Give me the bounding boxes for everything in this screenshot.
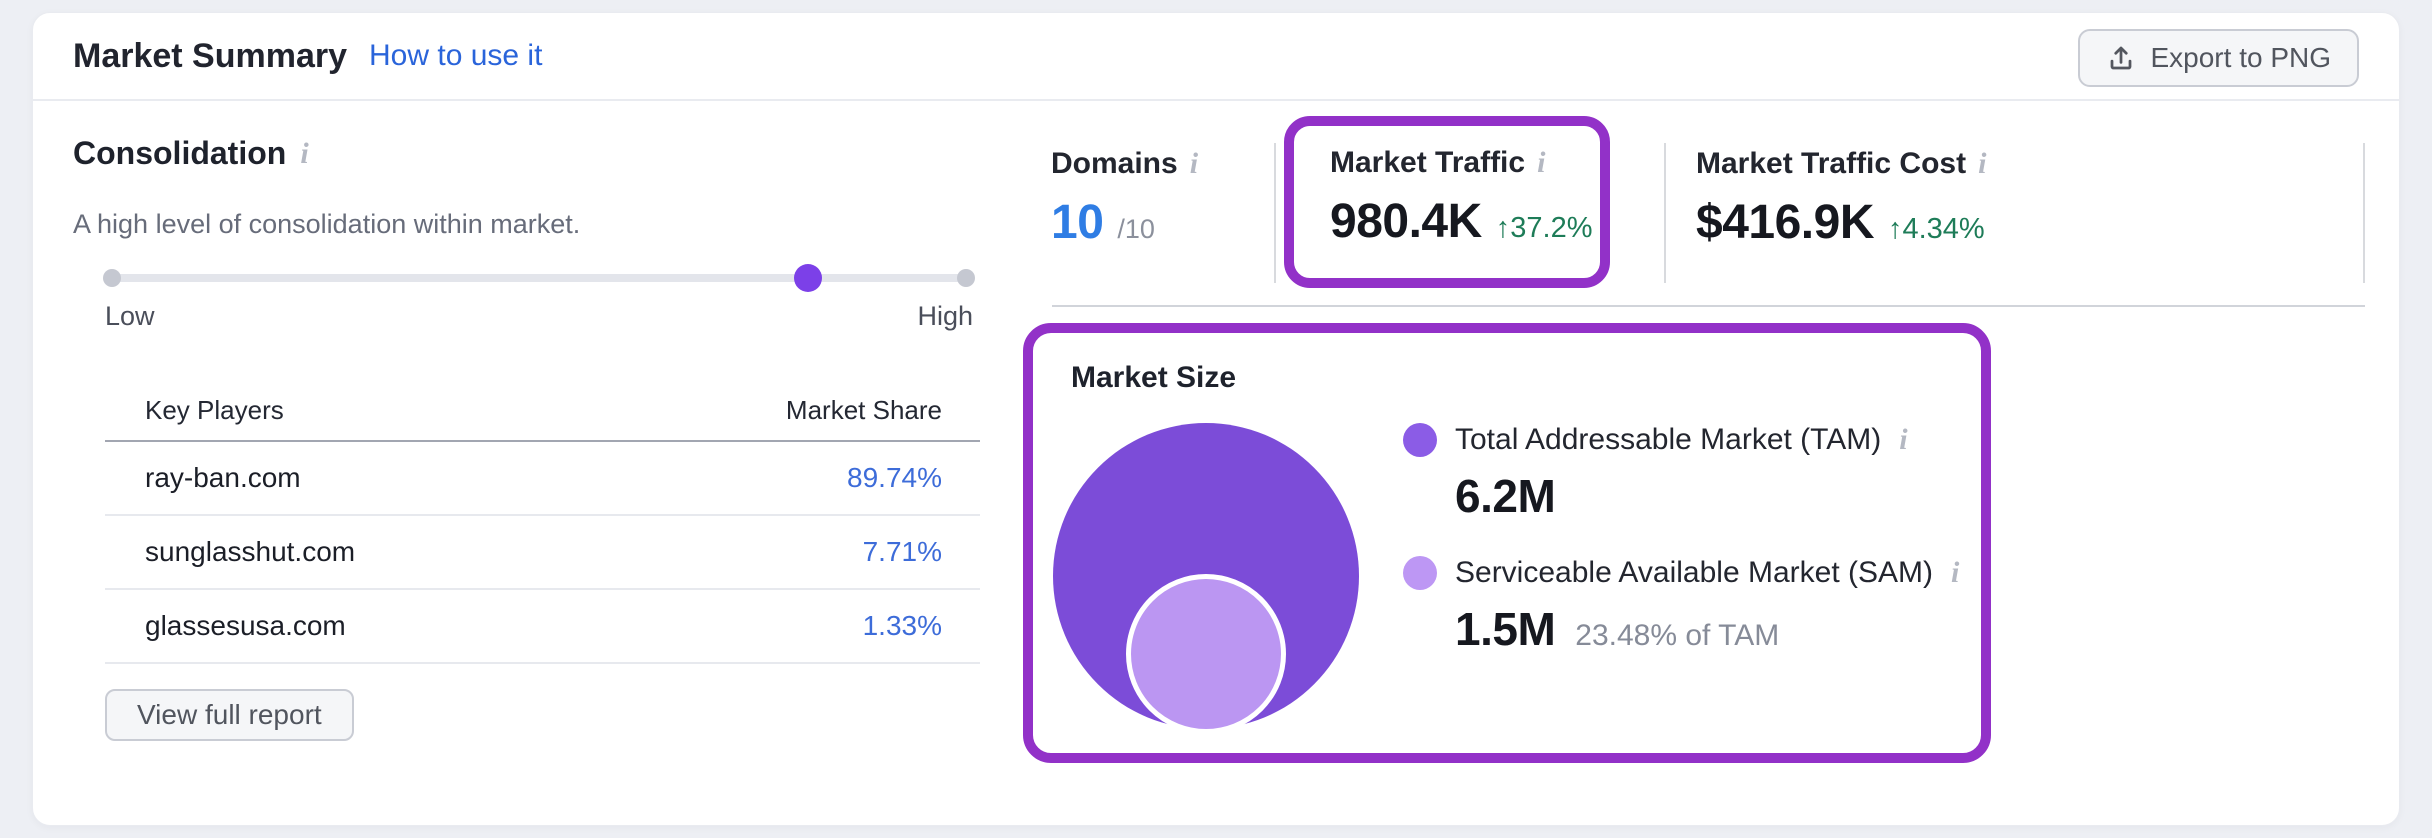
stat-market-traffic-cost: Market Traffic Cost i $416.9K ↑4.34% [1696,147,1986,250]
market-traffic-cost-change: ↑4.34% [1888,213,1985,246]
consolidation-slider [105,263,973,293]
market-traffic-value: 980.4K [1330,194,1482,249]
tam-legend-label: Total Addressable Market (TAM) [1455,423,1881,457]
tam-value: 6.2M [1455,469,1555,523]
domain-cell: sunglasshut.com [105,515,598,589]
table-header-row: Key Players Market Share [105,381,980,441]
slider-low-label: Low [105,301,155,332]
share-cell[interactable]: 89.74% [598,441,980,515]
share-cell[interactable]: 7.71% [598,515,980,589]
tam-legend: Total Addressable Market (TAM) i 6.2M [1403,423,1908,523]
market-traffic-cost-label: Market Traffic Cost [1696,147,1966,181]
market-traffic-cost-value: $416.9K [1696,195,1874,250]
info-icon[interactable]: i [300,139,308,169]
view-full-report-label: View full report [137,699,322,731]
info-icon[interactable]: i [1899,425,1907,455]
how-to-use-link[interactable]: How to use it [369,39,542,73]
key-players-table: Key Players Market Share ray-ban.com 89.… [105,381,980,664]
sam-bubble[interactable] [1126,574,1286,734]
market-traffic-label: Market Traffic [1330,146,1525,180]
market-size-title: Market Size [1071,361,1236,395]
table-row: sunglasshut.com 7.71% [105,515,980,589]
info-icon[interactable]: i [1537,148,1545,178]
consolidation-title: Consolidation [73,135,286,172]
sam-legend: Serviceable Available Market (SAM) i 1.5… [1403,556,1959,656]
share-cell[interactable]: 1.33% [598,589,980,663]
slider-end-dot [957,269,975,287]
stat-divider [1274,143,1276,283]
market-traffic-change: ↑37.2% [1496,212,1593,245]
page-title: Market Summary [73,37,347,76]
domains-label: Domains [1051,147,1178,181]
slider-start-dot [103,269,121,287]
market-traffic-highlight-box: Market Traffic i 980.4K ↑37.2% [1284,116,1610,288]
export-png-button[interactable]: Export to PNG [2078,29,2359,87]
info-icon[interactable]: i [1190,149,1198,179]
stat-divider [1664,143,1666,283]
domains-total: /10 [1117,214,1155,245]
export-icon [2106,43,2136,73]
consolidation-description: A high level of consolidation within mar… [73,209,580,240]
domain-cell: ray-ban.com [105,441,598,515]
sam-share-of-tam: 23.48% of TAM [1575,619,1779,653]
table-row: ray-ban.com 89.74% [105,441,980,515]
stats-bottom-divider [1052,305,2365,307]
tam-legend-dot [1403,423,1437,457]
consolidation-title-row: Consolidation i [73,135,309,172]
stat-domains: Domains i 10 /10 [1051,147,1198,250]
market-size-highlight-box: Market Size Total Addressable Market (TA… [1023,323,1991,763]
domains-value: 10 [1051,195,1103,250]
domain-cell: glassesusa.com [105,589,598,663]
view-full-report-button[interactable]: View full report [105,689,354,741]
sam-legend-label: Serviceable Available Market (SAM) [1455,556,1933,590]
panel-header: Market Summary How to use it Export to P… [33,13,2399,101]
col-header-key-players: Key Players [105,381,598,441]
stat-divider [2363,143,2365,283]
market-summary-panel: Market Summary How to use it Export to P… [32,12,2400,826]
slider-high-label: High [917,301,973,332]
export-button-label: Export to PNG [2150,42,2331,74]
slider-handle [794,264,822,292]
info-icon[interactable]: i [1951,558,1959,588]
sam-value: 1.5M [1455,602,1555,656]
info-icon[interactable]: i [1978,149,1986,179]
col-header-market-share: Market Share [598,381,980,441]
slider-track [105,274,973,282]
table-row: glassesusa.com 1.33% [105,589,980,663]
sam-legend-dot [1403,556,1437,590]
slider-labels: Low High [105,301,973,332]
